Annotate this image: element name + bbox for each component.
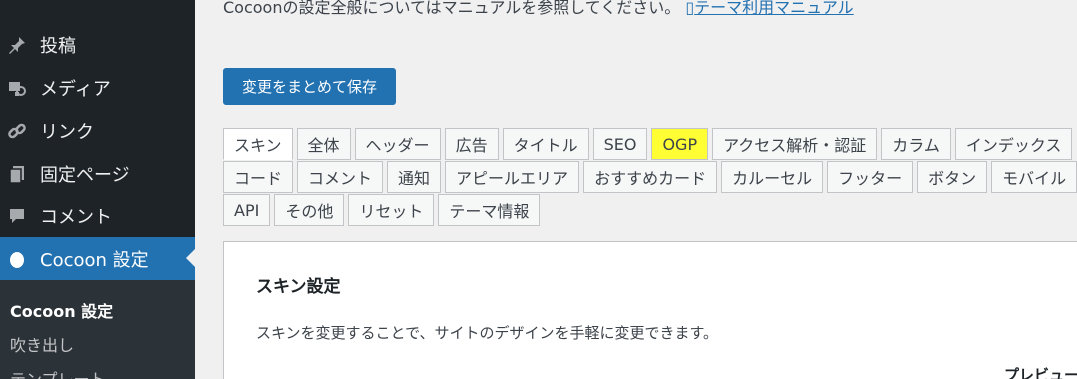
intro-description: Cocoonの設定全般についてはマニュアルを参照してください。	[223, 0, 681, 17]
manual-link-label: テーマ利用マニュアル	[694, 0, 854, 17]
sidebar-item-posts[interactable]: 投稿	[0, 23, 195, 66]
tab-header[interactable]: ヘッダー	[354, 128, 441, 160]
tab-api[interactable]: API	[223, 194, 271, 226]
tab-row-2: コード コメント 通知 アピールエリア おすすめカード カルーセル フッター ボ…	[223, 161, 1077, 193]
tab-comment[interactable]: コメント	[297, 161, 384, 193]
settings-panel: スキン設定 スキンを変更することで、サイトのデザインを手軽に変更できます。 プレ…	[223, 241, 1077, 379]
submenu-item-cocoon-settings[interactable]: Cocoon 設定	[10, 298, 113, 322]
submenu-item-template[interactable]: テンプレート	[10, 366, 106, 379]
tab-reset[interactable]: リセット	[348, 194, 435, 226]
preview-label: プレビュー	[1004, 366, 1077, 379]
tab-row-1: スキン 全体 ヘッダー 広告 タイトル SEO OGP アクセス解析・認証 カラ…	[223, 128, 1076, 160]
sidebar-item-pages[interactable]: 固定ページ	[0, 152, 195, 195]
submenu-item-speech-balloon[interactable]: 吹き出し	[10, 332, 74, 356]
page-icon	[6, 163, 28, 185]
tab-analytics[interactable]: アクセス解析・認証	[712, 128, 878, 160]
link-icon	[6, 120, 28, 142]
tab-ads[interactable]: 広告	[444, 128, 499, 160]
panel-title: スキン設定	[256, 277, 341, 297]
sidebar-item-media[interactable]: メディア	[0, 66, 195, 109]
sidebar-item-comments[interactable]: コメント	[0, 194, 195, 237]
tab-column[interactable]: カラム	[881, 128, 951, 160]
book-icon: ▯	[685, 0, 695, 17]
tab-footer[interactable]: フッター	[827, 161, 914, 193]
sidebar-submenu: Cocoon 設定 吹き出し テンプレート	[0, 280, 195, 379]
cocoon-icon	[6, 248, 28, 270]
tab-carousel[interactable]: カルーセル	[721, 161, 824, 193]
sidebar-item-label: 投稿	[40, 35, 76, 57]
admin-sidebar: 投稿 メディア リンク 固定ページ コメント Cocoon 設定 Cocoon …	[0, 0, 195, 379]
sidebar-item-label: コメント	[40, 206, 112, 228]
sidebar-item-label: リンク	[40, 121, 94, 143]
manual-link[interactable]: ▯テーマ利用マニュアル	[685, 0, 853, 17]
sidebar-item-cocoon-settings[interactable]: Cocoon 設定	[0, 237, 195, 280]
tab-notification[interactable]: 通知	[387, 161, 442, 193]
tab-recommended-cards[interactable]: おすすめカード	[583, 161, 718, 193]
tab-seo[interactable]: SEO	[592, 128, 648, 160]
tab-index[interactable]: インデックス	[954, 128, 1073, 160]
comment-icon	[6, 205, 28, 227]
tab-row-3: API その他 リセット テーマ情報	[223, 194, 544, 226]
tab-appeal-area[interactable]: アピールエリア	[445, 161, 580, 193]
panel-description: スキンを変更することで、サイトのデザインを手軽に変更できます。	[256, 324, 719, 342]
sidebar-item-links[interactable]: リンク	[0, 109, 195, 152]
sidebar-item-label: 固定ページ	[40, 164, 130, 186]
tab-button[interactable]: ボタン	[917, 161, 988, 193]
tab-code[interactable]: コード	[223, 161, 294, 193]
pin-icon	[6, 34, 28, 56]
save-all-button[interactable]: 変更をまとめて保存	[223, 68, 396, 105]
tab-all[interactable]: 全体	[296, 128, 351, 160]
sidebar-item-label: Cocoon 設定	[40, 249, 149, 271]
tab-skin[interactable]: スキン	[223, 128, 293, 160]
media-icon	[6, 77, 28, 99]
tab-mobile[interactable]: モバイル	[991, 161, 1077, 193]
main-content: Cocoonの設定全般についてはマニュアルを参照してください。 ▯テーマ利用マニ…	[195, 0, 1077, 379]
tab-title[interactable]: タイトル	[502, 128, 589, 160]
intro-text: Cocoonの設定全般についてはマニュアルを参照してください。 ▯テーマ利用マニ…	[223, 0, 854, 18]
sidebar-item-label: メディア	[40, 78, 111, 100]
tab-other[interactable]: その他	[274, 194, 345, 226]
tab-theme-info[interactable]: テーマ情報	[438, 194, 541, 226]
tab-ogp[interactable]: OGP	[651, 128, 709, 160]
